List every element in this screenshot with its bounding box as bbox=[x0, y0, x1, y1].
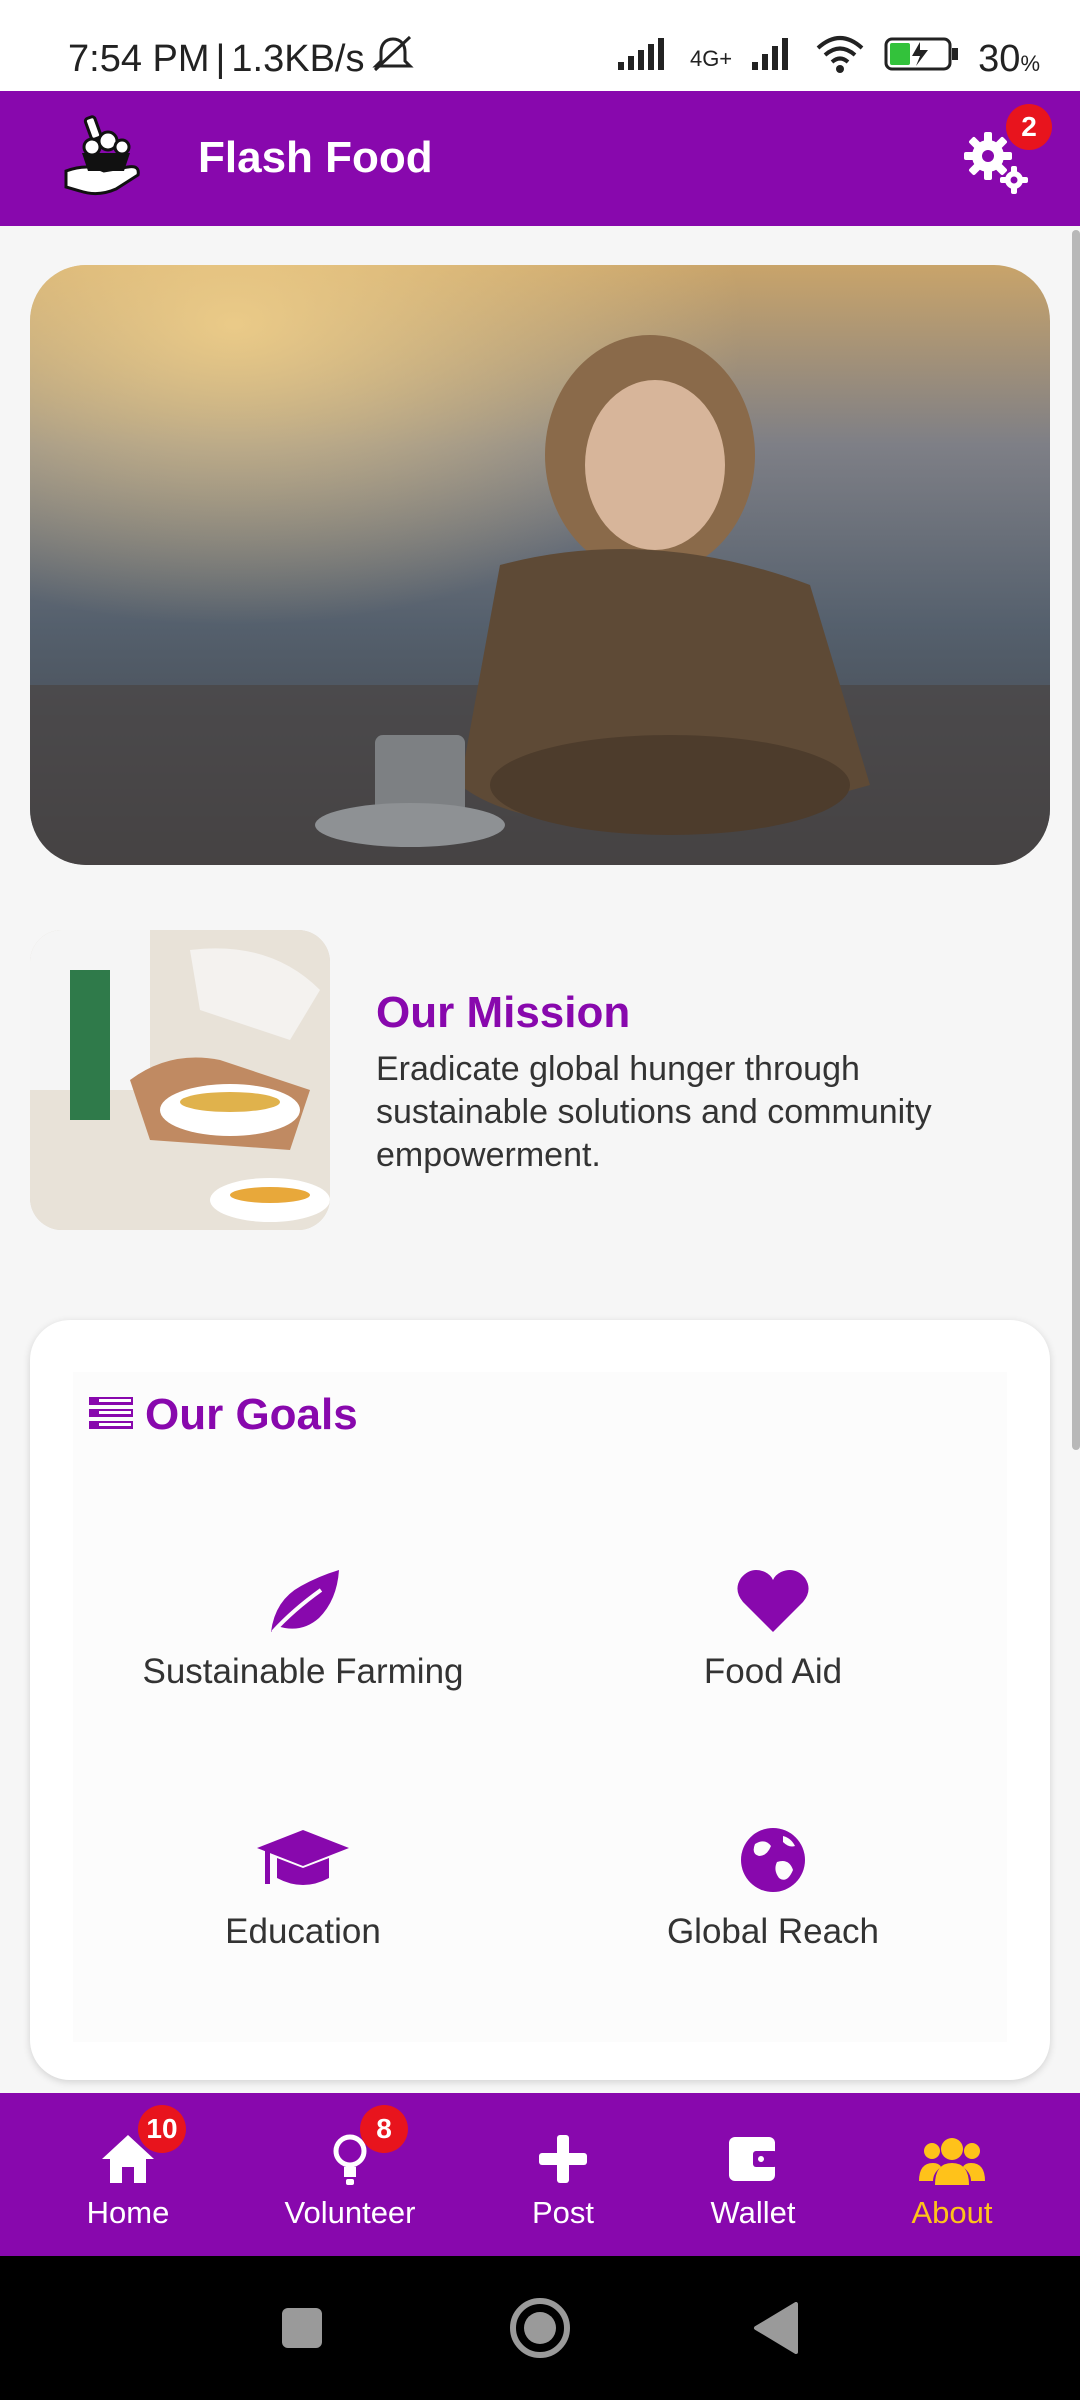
status-separator: | bbox=[215, 38, 226, 80]
mission-image bbox=[30, 930, 330, 1230]
wifi-icon bbox=[814, 34, 866, 84]
app-logo bbox=[58, 109, 154, 205]
nav-about[interactable]: About bbox=[862, 2093, 1042, 2256]
nav-label: About bbox=[911, 2195, 993, 2230]
bottom-nav: 10 Home 8 Volunteer Post Wallet About bbox=[0, 2093, 1080, 2256]
volunteer-badge: 8 bbox=[360, 2105, 408, 2153]
goal-global-reach: Global Reach bbox=[543, 1820, 1003, 1952]
users-icon bbox=[919, 2129, 985, 2189]
hero-image bbox=[30, 265, 1050, 865]
scrollbar[interactable] bbox=[1072, 230, 1080, 1450]
settings-button[interactable]: 2 bbox=[960, 104, 1052, 196]
list-icon bbox=[89, 1395, 133, 1436]
settings-badge: 2 bbox=[1006, 104, 1052, 150]
goal-label: Education bbox=[225, 1912, 381, 1951]
square-icon bbox=[280, 2308, 324, 2354]
plus-icon bbox=[533, 2129, 593, 2189]
nav-label: Home bbox=[86, 2195, 170, 2230]
battery-icon bbox=[884, 36, 960, 82]
status-network-speed: 1.3KB/s bbox=[231, 38, 365, 80]
goals-card: Our Goals Sustainable Farming Food Aid E… bbox=[30, 1320, 1050, 2080]
battery-unit: % bbox=[1020, 50, 1040, 76]
nav-wallet[interactable]: Wallet bbox=[663, 2093, 843, 2256]
goal-label: Global Reach bbox=[666, 1912, 880, 1951]
graduation-cap-icon bbox=[257, 1820, 349, 1900]
mission-title: Our Mission bbox=[376, 988, 631, 1037]
signal-icon bbox=[616, 36, 672, 82]
signal-2-icon bbox=[750, 36, 796, 82]
goals-header: Our Goals bbox=[89, 1390, 358, 1440]
home-system-button[interactable] bbox=[508, 2296, 572, 2365]
goal-food-aid: Food Aid bbox=[543, 1560, 1003, 1692]
nav-label: Post bbox=[531, 2195, 595, 2230]
status-time: 7:54 PM bbox=[68, 38, 210, 80]
globe-icon bbox=[733, 1820, 813, 1900]
nav-label: Wallet bbox=[710, 2195, 796, 2230]
leaf-icon bbox=[263, 1560, 343, 1640]
battery-level: 30 bbox=[978, 37, 1021, 80]
goal-sustainable-farming: Sustainable Farming bbox=[73, 1560, 533, 1692]
wallet-icon bbox=[723, 2129, 783, 2189]
goals-inner: Our Goals Sustainable Farming Food Aid E… bbox=[73, 1372, 1007, 2042]
home-icon: 10 bbox=[98, 2105, 186, 2189]
circle-icon bbox=[508, 2298, 572, 2364]
goals-title: Our Goals bbox=[145, 1390, 358, 1439]
goal-education: Education bbox=[73, 1820, 533, 1952]
status-left: 7:54 PM | 1.3KB/s bbox=[68, 34, 416, 84]
mission-text: Eradicate global hunger through sustaina… bbox=[376, 1050, 932, 1174]
nav-volunteer[interactable]: 8 Volunteer bbox=[260, 2093, 440, 2256]
app-bar: Flash Food 2 bbox=[0, 91, 1080, 226]
nav-home[interactable]: 10 Home bbox=[38, 2093, 218, 2256]
bell-muted-icon bbox=[370, 34, 416, 84]
status-bar: 7:54 PM | 1.3KB/s 4G+ 30% bbox=[0, 0, 1080, 91]
network-type: 4G+ bbox=[689, 46, 733, 71]
goal-label: Food Aid bbox=[703, 1652, 843, 1691]
app-title: Flash Food bbox=[198, 133, 433, 182]
nav-post[interactable]: Post bbox=[473, 2093, 653, 2256]
status-right: 4G+ 30% bbox=[616, 34, 1040, 84]
back-button[interactable] bbox=[752, 2302, 798, 2359]
volunteer-icon: 8 bbox=[320, 2105, 408, 2189]
back-triangle-icon bbox=[752, 2302, 798, 2358]
gear-icon bbox=[960, 132, 1030, 200]
nav-label: Volunteer bbox=[284, 2195, 416, 2230]
recents-button[interactable] bbox=[280, 2306, 324, 2355]
goal-label: Sustainable Farming bbox=[142, 1652, 464, 1691]
system-nav-bar bbox=[0, 2256, 1080, 2400]
heart-icon bbox=[733, 1560, 813, 1640]
home-badge: 10 bbox=[138, 2105, 186, 2153]
